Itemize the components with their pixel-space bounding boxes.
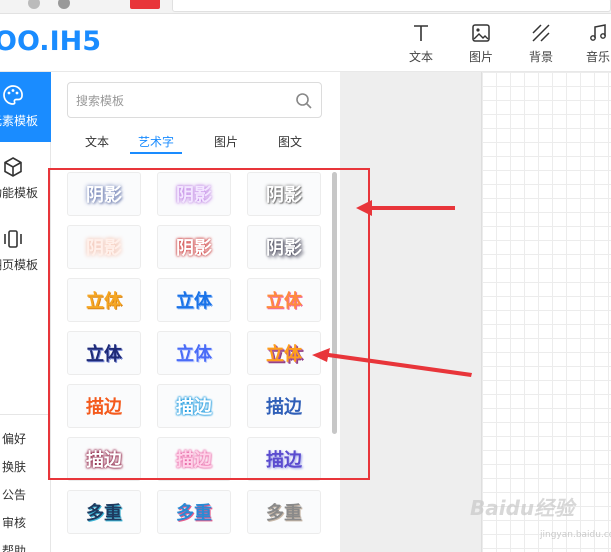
- annotation-arrow-icon: [312, 348, 472, 377]
- annotation-arrows: [312, 200, 472, 377]
- annotation-arrow-icon: [356, 200, 455, 216]
